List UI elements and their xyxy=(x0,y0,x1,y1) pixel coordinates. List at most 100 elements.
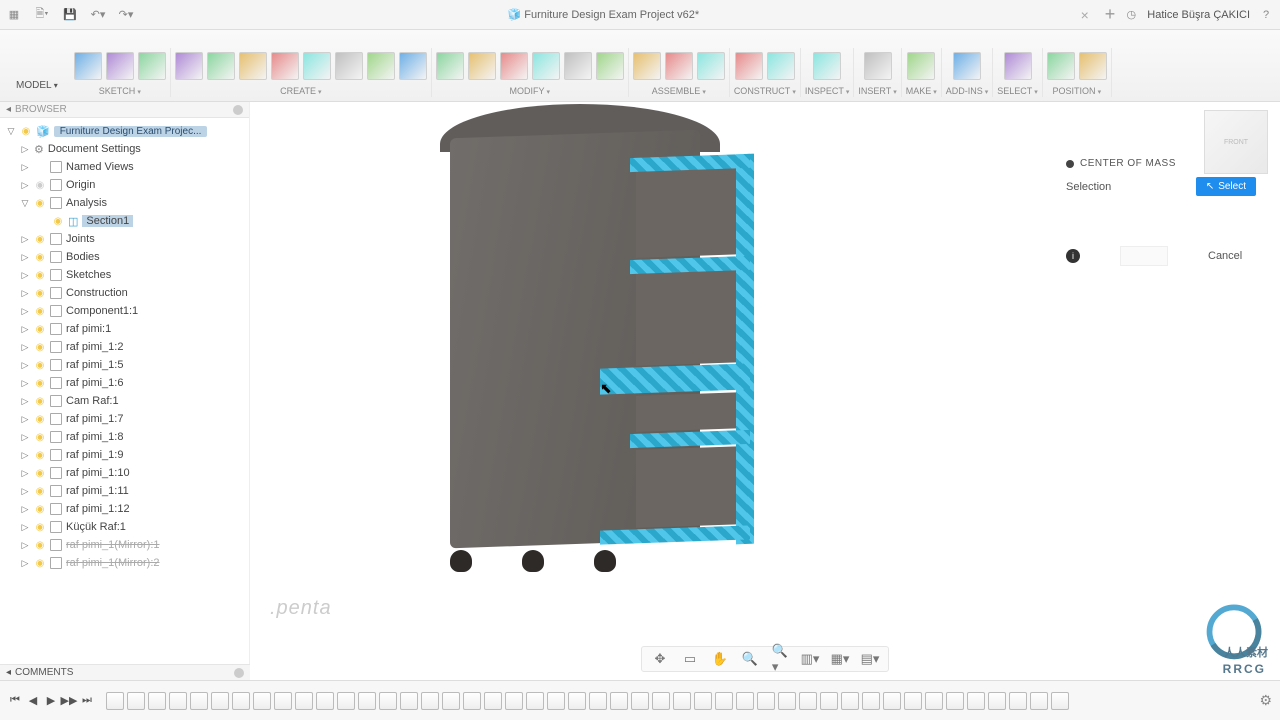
timeline-feature[interactable] xyxy=(253,692,271,710)
tree-item[interactable]: ▷◉raf pimi_1:12 xyxy=(0,500,249,518)
display-settings-icon[interactable]: ▥▾ xyxy=(802,651,818,667)
ribbon-group-label[interactable]: MAKE xyxy=(906,86,937,97)
timeline-settings-icon[interactable]: ⚙ xyxy=(1259,692,1272,709)
timeline-feature[interactable] xyxy=(274,692,292,710)
help-icon[interactable]: ? xyxy=(1258,7,1274,23)
cancel-button[interactable]: Cancel xyxy=(1208,250,1242,262)
pan-icon[interactable]: ✋ xyxy=(712,651,728,667)
tree-item[interactable]: ▷◉raf pimi_1:6 xyxy=(0,374,249,392)
timeline-feature[interactable] xyxy=(337,692,355,710)
comments-pin-icon[interactable] xyxy=(234,668,244,678)
ribbon-group-label[interactable]: MODIFY xyxy=(510,86,551,97)
expand-icon[interactable]: ▷ xyxy=(20,558,30,569)
ribbon-tool-icon[interactable] xyxy=(399,52,427,80)
ribbon-tool-icon[interactable] xyxy=(953,52,981,80)
tree-item[interactable]: ▷◉Construction xyxy=(0,284,249,302)
tree-root[interactable]: ▽ ◉ 🧊 Furniture Design Exam Projec... xyxy=(0,122,249,140)
tree-item[interactable]: ▷◉raf pimi_1(Mirror):2 xyxy=(0,554,249,572)
timeline-feature[interactable] xyxy=(547,692,565,710)
visibility-bulb-icon[interactable]: ◉ xyxy=(34,234,46,245)
timeline-feature[interactable] xyxy=(1051,692,1069,710)
ribbon-tool-icon[interactable] xyxy=(367,52,395,80)
expand-icon[interactable]: ▷ xyxy=(20,306,30,317)
ribbon-tool-icon[interactable] xyxy=(767,52,795,80)
visibility-bulb-icon[interactable]: ◉ xyxy=(34,252,46,263)
visibility-bulb-icon[interactable]: ◉ xyxy=(34,198,46,209)
tree-item[interactable]: ▽◉Analysis xyxy=(0,194,249,212)
collapse-browser-icon[interactable]: ◂ xyxy=(6,104,11,115)
timeline-feature[interactable] xyxy=(652,692,670,710)
timeline-feature[interactable] xyxy=(736,692,754,710)
timeline-feature[interactable] xyxy=(505,692,523,710)
timeline-feature[interactable] xyxy=(715,692,733,710)
zoom-icon[interactable]: 🔍 xyxy=(742,651,758,667)
timeline-feature[interactable] xyxy=(316,692,334,710)
timeline-feature[interactable] xyxy=(127,692,145,710)
timeline-feature[interactable] xyxy=(106,692,124,710)
info-icon[interactable]: i xyxy=(1066,249,1080,263)
expand-icon[interactable]: ▷ xyxy=(20,180,30,191)
new-tab-icon[interactable]: + xyxy=(1105,4,1116,25)
expand-icon[interactable]: ▷ xyxy=(20,252,30,263)
visibility-bulb-icon[interactable]: ◉ xyxy=(34,522,46,533)
ribbon-tool-icon[interactable] xyxy=(138,52,166,80)
tree-item[interactable]: ▷◉Component1:1 xyxy=(0,302,249,320)
tree-item[interactable]: ▷◉raf pimi_1:2 xyxy=(0,338,249,356)
visibility-bulb-icon[interactable]: ◉ xyxy=(52,216,64,227)
viewport-canvas[interactable]: ⬉ FRONT ⌂ CENTER OF MASS Selection ↖ Sel… xyxy=(250,102,1280,680)
viewport-layout-icon[interactable]: ▤▾ xyxy=(862,651,878,667)
ribbon-tool-icon[interactable] xyxy=(564,52,592,80)
tree-item[interactable]: ▷◉raf pimi_1:8 xyxy=(0,428,249,446)
ribbon-tool-icon[interactable] xyxy=(633,52,661,80)
timeline-feature[interactable] xyxy=(631,692,649,710)
ribbon-tool-icon[interactable] xyxy=(207,52,235,80)
timeline-feature[interactable] xyxy=(589,692,607,710)
timeline-feature[interactable] xyxy=(841,692,859,710)
close-tab-icon[interactable]: × xyxy=(1081,7,1089,23)
timeline-feature[interactable] xyxy=(190,692,208,710)
tree-item[interactable]: ▷◉raf pimi_1:5 xyxy=(0,356,249,374)
timeline-feature[interactable] xyxy=(799,692,817,710)
workspace-switcher[interactable]: MODEL xyxy=(8,74,66,97)
timeline-end-icon[interactable]: ⏭ xyxy=(80,694,94,708)
visibility-bulb-icon[interactable]: ◉ xyxy=(34,486,46,497)
ribbon-group-label[interactable]: SELECT xyxy=(997,86,1038,97)
ribbon-tool-icon[interactable] xyxy=(735,52,763,80)
user-name-label[interactable]: Hatice Büşra ÇAKICI xyxy=(1147,9,1250,21)
visibility-bulb-icon[interactable]: ◉ xyxy=(34,432,46,443)
timeline-feature[interactable] xyxy=(673,692,691,710)
ribbon-group-label[interactable]: ASSEMBLE xyxy=(652,86,706,97)
expand-icon[interactable]: ▷ xyxy=(20,270,30,281)
ribbon-tool-icon[interactable] xyxy=(1004,52,1032,80)
visibility-bulb-icon[interactable]: ◉ xyxy=(34,378,46,389)
panel-handle-icon[interactable] xyxy=(1066,160,1074,168)
visibility-bulb-icon[interactable]: ◉ xyxy=(34,468,46,479)
expand-icon[interactable]: ▽ xyxy=(20,198,30,209)
expand-icon[interactable]: ▷ xyxy=(20,468,30,479)
visibility-bulb-icon[interactable]: ◉ xyxy=(34,540,46,551)
expand-icon[interactable]: ▷ xyxy=(20,378,30,389)
tree-item[interactable]: ▷◉Origin xyxy=(0,176,249,194)
tree-item[interactable]: ▷◉Bodies xyxy=(0,248,249,266)
fit-icon[interactable]: 🔍▾ xyxy=(772,651,788,667)
visibility-bulb-icon[interactable]: ◉ xyxy=(34,306,46,317)
job-status-icon[interactable]: ◷ xyxy=(1123,7,1139,23)
timeline-play-icon[interactable]: ▶ xyxy=(44,694,58,708)
timeline-prev-icon[interactable]: ◀ xyxy=(26,694,40,708)
timeline-feature[interactable] xyxy=(778,692,796,710)
grid-settings-icon[interactable]: ▦▾ xyxy=(832,651,848,667)
ribbon-tool-icon[interactable] xyxy=(532,52,560,80)
visibility-bulb-icon[interactable]: ◉ xyxy=(34,504,46,515)
ribbon-group-label[interactable]: POSITION xyxy=(1053,86,1102,97)
ribbon-group-label[interactable]: CREATE xyxy=(280,86,321,97)
timeline-feature[interactable] xyxy=(925,692,943,710)
undo-icon[interactable]: ↶▾ xyxy=(90,7,106,23)
visibility-bulb-icon[interactable]: ◉ xyxy=(34,450,46,461)
app-menu-icon[interactable]: ▦ xyxy=(6,7,22,23)
tree-item[interactable]: ▷◉Küçük Raf:1 xyxy=(0,518,249,536)
expand-icon[interactable]: ▷ xyxy=(20,324,30,335)
timeline-feature[interactable] xyxy=(442,692,460,710)
expand-icon[interactable]: ▷ xyxy=(20,540,30,551)
visibility-bulb-icon[interactable]: ◉ xyxy=(34,288,46,299)
ribbon-group-label[interactable]: CONSTRUCT xyxy=(734,86,796,97)
